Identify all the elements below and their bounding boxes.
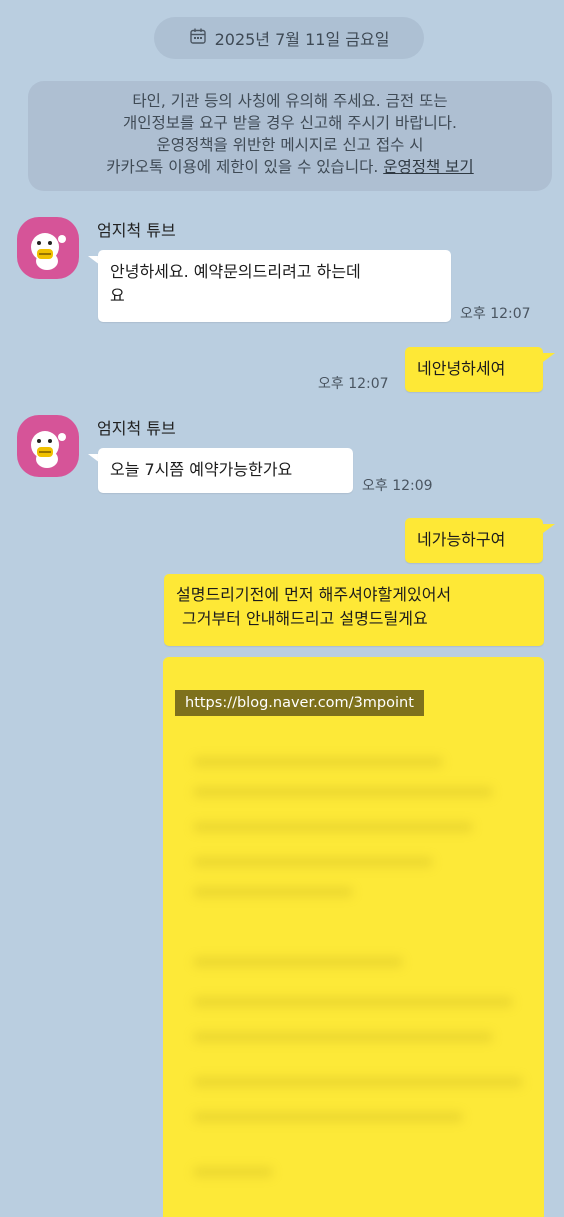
blurred-content: [193, 997, 513, 1007]
avatar[interactable]: [17, 217, 79, 279]
date-text: 2025년 7월 11일 금요일: [214, 30, 390, 49]
notice-line: 운영정책을 위반한 메시지로 신고 접수 시: [156, 136, 424, 154]
blurred-content: [193, 887, 353, 897]
avatar[interactable]: [17, 415, 79, 477]
message-text: 네가능하구여: [417, 530, 506, 549]
message-bubble-outgoing[interactable]: 설명드리기전에 먼저 해주셔야할게있어서 그거부터 안내해드리고 설명드릴게요: [164, 574, 544, 646]
blurred-content: [193, 957, 403, 967]
message-time: 오후 12:07: [318, 376, 389, 392]
message-line: 그거부터 안내해드리고 설명드릴게요: [182, 609, 428, 628]
message-bubble-outgoing[interactable]: 네안녕하세여: [405, 347, 543, 392]
blurred-content: [193, 1077, 523, 1087]
policy-link[interactable]: 운영정책 보기: [383, 158, 474, 176]
message-bubble-outgoing[interactable]: 네가능하구여: [405, 518, 543, 563]
bubble-tail: [543, 524, 555, 533]
blurred-content: [193, 787, 493, 797]
blurred-content: [193, 822, 473, 832]
blurred-content: [193, 757, 443, 767]
emoticon-avatar-icon: [31, 431, 66, 468]
sender-name: 엄지척 튜브: [97, 221, 176, 240]
blurred-content: [193, 1032, 493, 1042]
notice-line: 개인정보를 요구 받을 경우 신고해 주시기 바랍니다.: [123, 114, 457, 132]
blurred-content: [193, 857, 433, 867]
blurred-content: [193, 1112, 463, 1122]
notice-line: 카카오톡 이용에 제한이 있을 수 있습니다. 운영정책 보기: [38, 156, 542, 178]
message-line: 요: [110, 286, 125, 305]
date-divider: 2025년 7월 11일 금요일: [154, 17, 424, 59]
image-message[interactable]: [163, 657, 544, 1217]
message-time: 오후 12:09: [362, 478, 433, 494]
bubble-tail: [543, 353, 555, 362]
message-line: 설명드리기전에 먼저 해주셔야할게있어서: [176, 585, 452, 604]
blurred-content: [193, 1167, 273, 1177]
notice-line-text: 카카오톡 이용에 제한이 있을 수 있습니다.: [106, 158, 379, 176]
calendar-icon: [189, 27, 207, 49]
message-text: 오늘 7시쯤 예약가능한가요: [110, 460, 293, 479]
message-text: 네안녕하세여: [417, 359, 506, 378]
watermark-url: https://blog.naver.com/3mpoint: [175, 690, 424, 716]
message-bubble-incoming[interactable]: 안녕하세요. 예약문의드리려고 하는데 요: [98, 250, 451, 322]
notice-line: 타인, 기관 등의 사칭에 유의해 주세요. 금전 또는: [132, 92, 448, 110]
message-bubble-incoming[interactable]: 오늘 7시쯤 예약가능한가요: [98, 448, 353, 493]
sender-name: 엄지척 튜브: [97, 419, 176, 438]
message-time: 오후 12:07: [460, 306, 531, 322]
message-line: 안녕하세요. 예약문의드리려고 하는데: [110, 262, 361, 281]
policy-notice: 타인, 기관 등의 사칭에 유의해 주세요. 금전 또는 개인정보를 요구 받을…: [28, 81, 552, 191]
emoticon-avatar-icon: [31, 233, 66, 270]
